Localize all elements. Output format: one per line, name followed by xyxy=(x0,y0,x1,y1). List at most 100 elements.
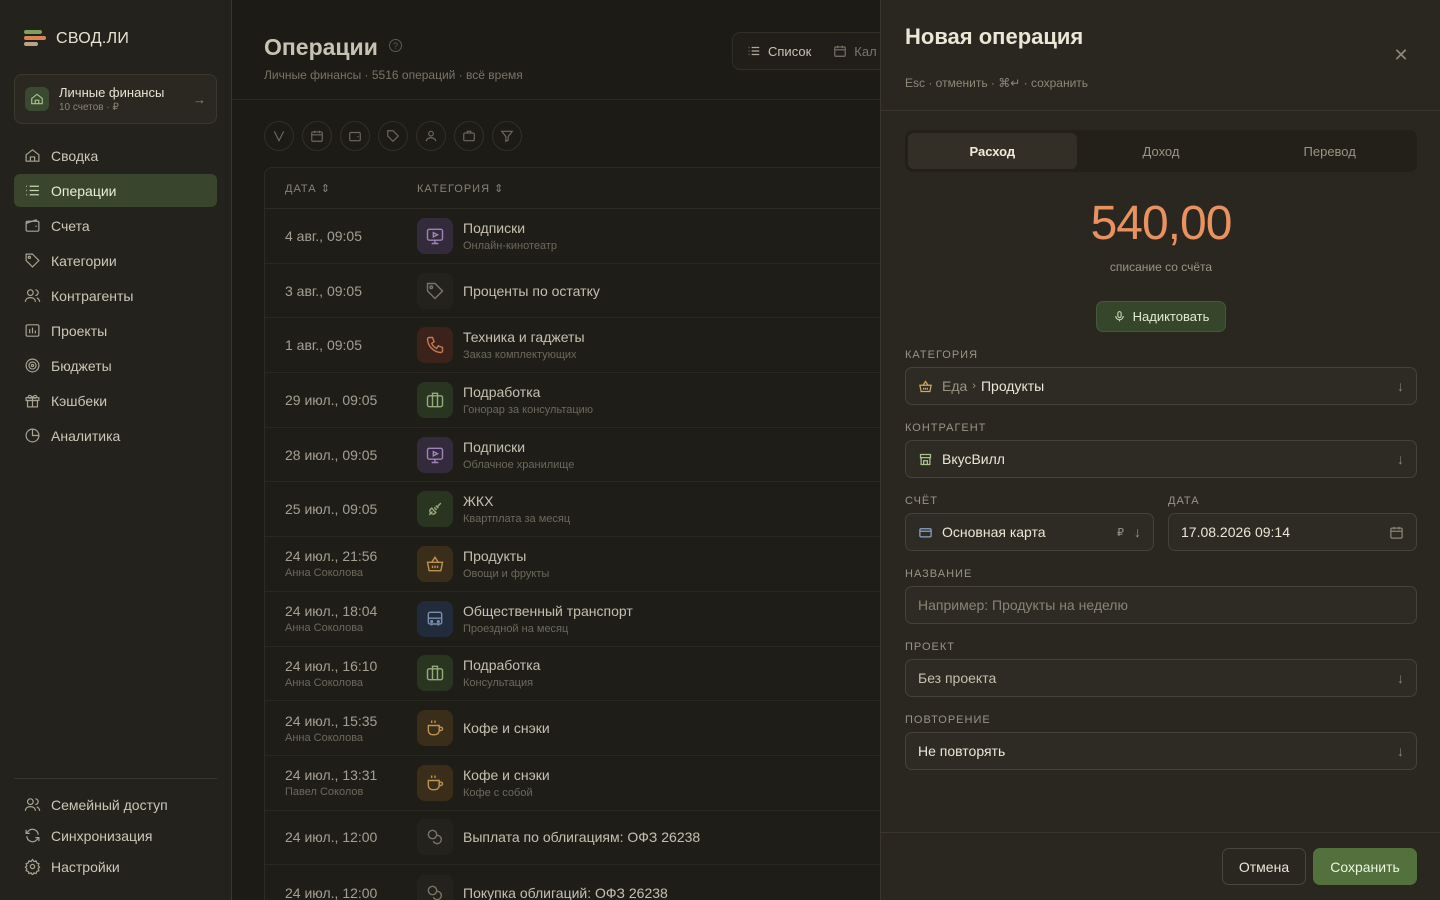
save-button[interactable]: Сохранить xyxy=(1313,848,1417,885)
store-icon xyxy=(919,453,932,465)
account-value: Основная карта xyxy=(942,524,1046,540)
table-row[interactable]: 24 июл., 13:31 Павел Соколов Кофе и снэки К… xyxy=(265,756,880,811)
counterparty-label: КОНТРАГЕНТ xyxy=(905,422,987,434)
column-date-header[interactable]: ДАТА ⇕ xyxy=(265,182,417,195)
date-label: ДАТА xyxy=(1168,495,1200,507)
row-date: 24 июл., 16:10 xyxy=(285,657,378,674)
wallet-icon xyxy=(349,131,361,142)
row-user: Павел Соколов xyxy=(285,786,364,799)
repeat-value: Не повторять xyxy=(918,743,1006,759)
view-list-button[interactable]: Список xyxy=(747,44,811,59)
row-user: Анна Соколова xyxy=(285,731,364,744)
monitor-icon xyxy=(417,436,453,473)
nav-item-settings[interactable]: Настройки xyxy=(14,852,217,881)
category-select[interactable]: Еда › Продукты ↓ xyxy=(905,367,1417,405)
nav-item-cashbacks[interactable]: Кэшбеки xyxy=(14,384,217,417)
filter-bar xyxy=(264,121,522,151)
table-row[interactable]: 28 июл., 09:05 Подписки Облачное хранилище xyxy=(265,428,880,483)
name-input[interactable]: Например: Продукты на неделю xyxy=(905,586,1417,624)
table-row[interactable]: 24 июл., 12:00 Выплата по облигациям: ОФЗ… xyxy=(265,811,880,866)
nav-item-sync[interactable]: Синхронизация xyxy=(14,821,217,850)
filter-counterparty-button[interactable] xyxy=(416,121,446,151)
tab-income[interactable]: Доход xyxy=(1077,133,1246,169)
row-category: Кофе и снэки xyxy=(463,720,550,737)
row-note: Заказ комплектующих xyxy=(463,349,577,362)
row-category-cell: Выплата по облигациям: ОФЗ 26238 xyxy=(463,829,700,845)
account-currency: ₽ xyxy=(1117,526,1124,539)
coins-icon xyxy=(417,874,453,900)
type-filter-icon xyxy=(273,131,285,142)
row-date-cell: 4 авг., 09:05 xyxy=(265,228,417,244)
view-calendar-button[interactable]: Кал xyxy=(833,44,877,59)
briefcase-icon xyxy=(417,655,453,692)
counterparty-select[interactable]: ВкусВилл ↓ xyxy=(905,440,1417,478)
nav-label: Кэшбеки xyxy=(51,392,108,409)
close-icon[interactable]: ✕ xyxy=(1391,45,1411,65)
chevron-down-icon: ↓ xyxy=(1397,743,1404,759)
chevron-down-icon: ↓ xyxy=(1397,670,1404,686)
nav-item-summary[interactable]: Сводка xyxy=(14,139,217,172)
account-select[interactable]: Основная карта ₽ ↓ xyxy=(905,513,1154,551)
table-row[interactable]: 24 июл., 18:04 Анна Соколова Общественный … xyxy=(265,592,880,647)
keyboard-hint: Esc · отменить · ⌘↵ · сохранить xyxy=(905,76,1089,90)
date-input[interactable]: 17.08.2026 09:14 xyxy=(1168,513,1417,551)
brand[interactable]: СВОД.ЛИ xyxy=(24,30,129,48)
table-row[interactable]: 24 июл., 21:56 Анна Соколова Продукты Овощи… xyxy=(265,537,880,592)
workspace-subtitle: 10 счетов · ₽ xyxy=(59,102,119,113)
help-icon[interactable]: ? xyxy=(389,39,402,52)
plug-icon xyxy=(417,491,453,528)
repeat-select[interactable]: Не повторять ↓ xyxy=(905,732,1417,770)
sort-icon: ⇕ xyxy=(320,182,331,195)
filter-date-button[interactable] xyxy=(302,121,332,151)
filter-account-button[interactable] xyxy=(340,121,370,151)
nav-label: Аналитика xyxy=(51,427,121,444)
project-value: Без проекта xyxy=(918,670,997,686)
table-row[interactable]: 29 июл., 09:05 Подработка Гонорар за консу… xyxy=(265,373,880,428)
calendar-icon[interactable] xyxy=(1389,525,1404,540)
table-row[interactable]: 24 июл., 16:10 Анна Соколова Подработка Кон… xyxy=(265,647,880,702)
filter-type-button[interactable] xyxy=(264,121,294,151)
nav-item-categories[interactable]: Категории xyxy=(14,244,217,277)
row-date: 29 июл., 09:05 xyxy=(285,391,378,408)
nav-item-accounts[interactable]: Счета xyxy=(14,209,217,242)
table-row[interactable]: 25 июл., 09:05 ЖКХ Квартплата за месяц xyxy=(265,482,880,538)
tag-icon xyxy=(25,253,40,268)
category-parent: Еда xyxy=(942,378,968,394)
briefcase-icon xyxy=(463,130,475,142)
table-row[interactable]: 4 авг., 09:05 Подписки Онлайн-кинотеатр xyxy=(265,209,880,264)
chevron-down-icon: ↓ xyxy=(1134,524,1141,540)
dictate-button[interactable]: Надиктовать xyxy=(1096,301,1226,332)
nav-item-budgets[interactable]: Бюджеты xyxy=(14,349,217,382)
table-row[interactable]: 24 июл., 12:00 Покупка облигаций: ОФЗ 262… xyxy=(265,865,880,900)
chevron-down-icon: ↓ xyxy=(1397,451,1404,467)
nav-item-analytics[interactable]: Аналитика xyxy=(14,419,217,452)
nav-label: Семейный доступ xyxy=(51,796,168,813)
nav-item-operations[interactable]: Операции xyxy=(14,174,217,207)
table-row[interactable]: 3 авг., 09:05 Проценты по остатку xyxy=(265,264,880,319)
date-value: 17.08.2026 09:14 xyxy=(1181,524,1290,540)
row-category-cell: Продукты Овощи и фрукты xyxy=(463,548,549,580)
table-row[interactable]: 24 июл., 15:35 Анна Соколова Кофе и снэки xyxy=(265,701,880,756)
tab-transfer[interactable]: Перевод xyxy=(1245,133,1414,169)
filter-project-button[interactable] xyxy=(454,121,484,151)
nav-label: Проекты xyxy=(51,322,108,339)
column-category-header[interactable]: КАТЕГОРИЯ ⇕ xyxy=(417,182,880,195)
row-category-cell: Покупка облигаций: ОФЗ 26238 xyxy=(463,885,668,900)
nav-item-projects[interactable]: Проекты xyxy=(14,314,217,347)
cancel-button[interactable]: Отмена xyxy=(1222,848,1306,885)
amount-input[interactable]: 540,00 xyxy=(905,196,1417,251)
filter-more-button[interactable] xyxy=(492,121,522,151)
chevron-down-icon: ↓ xyxy=(1397,378,1404,394)
nav-item-counterparties[interactable]: Контрагенты xyxy=(14,279,217,312)
table-row[interactable]: 1 авг., 09:05 Техника и гаджеты Заказ комп… xyxy=(265,318,880,374)
workspace-title: Личные финансы xyxy=(59,85,165,100)
tab-expense[interactable]: Расход xyxy=(908,133,1077,169)
row-user: Анна Соколова xyxy=(285,676,364,689)
row-user: Анна Соколова xyxy=(285,622,364,635)
row-category-cell: Подработка Консультация xyxy=(463,657,540,689)
project-select[interactable]: Без проекта ↓ xyxy=(905,659,1417,697)
filter-category-button[interactable] xyxy=(378,121,408,151)
workspace-switcher[interactable]: Личные финансы 10 счетов · ₽ → xyxy=(14,74,217,124)
sort-icon: ⇕ xyxy=(494,182,505,195)
nav-item-family-access[interactable]: Семейный доступ xyxy=(14,790,217,819)
